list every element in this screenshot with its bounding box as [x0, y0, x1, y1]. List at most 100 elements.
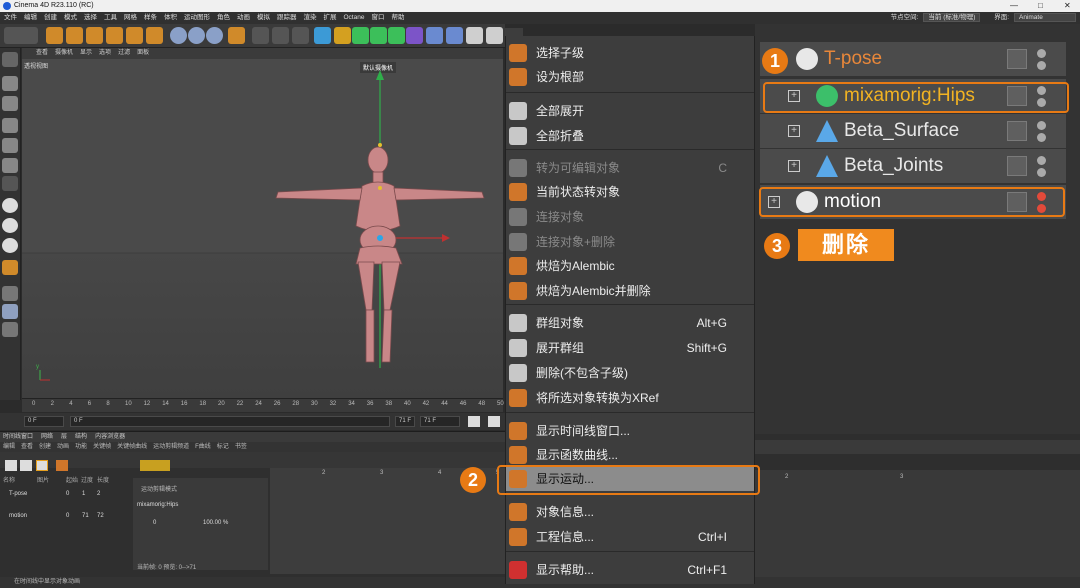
motion-clip-icon[interactable] — [140, 460, 170, 471]
edge-mode-icon[interactable] — [2, 138, 18, 153]
maximize-button[interactable]: □ — [1038, 0, 1043, 12]
axis-z-icon[interactable] — [206, 27, 223, 44]
panel-menu-item[interactable]: 标记 — [217, 444, 229, 450]
menu-item[interactable]: 跟踪器 — [277, 14, 297, 21]
menu-item-help[interactable]: 显示帮助... Ctrl+F1 — [506, 558, 754, 582]
menu-item[interactable]: 运动图形 — [184, 14, 210, 21]
snap-settings-icon[interactable] — [2, 218, 18, 233]
light-icon[interactable] — [486, 27, 503, 44]
menu-item-timeline-window[interactable]: 显示时间线窗口... — [506, 419, 754, 443]
right-timeline-grid[interactable]: 23 — [755, 470, 1080, 577]
frame-range-slider[interactable]: 0 F — [70, 416, 390, 427]
panel-menu-item[interactable]: 查看 — [21, 444, 33, 450]
bend-icon[interactable] — [426, 27, 443, 44]
menu-item-delete-without-children[interactable]: 删除(不包含子级) — [506, 361, 754, 385]
render-visibility-icon[interactable] — [1037, 133, 1046, 142]
deformer-icon[interactable] — [406, 27, 423, 44]
menu-item-bake-alembic-delete[interactable]: 烘焙为Alembic并删除 — [506, 279, 754, 303]
clip-percent[interactable]: 100.00 % — [203, 520, 228, 526]
render-picture-icon[interactable] — [272, 27, 289, 44]
current-frame-field[interactable]: 0 F — [24, 416, 64, 427]
stack-icon[interactable] — [2, 322, 18, 337]
make-editable-tool-icon[interactable] — [2, 52, 18, 67]
live-select-icon[interactable] — [46, 27, 63, 44]
panel-menu-item[interactable]: 编辑 — [3, 444, 15, 450]
axis-x-icon[interactable] — [170, 27, 187, 44]
panel-menu-item[interactable]: 动画 — [57, 444, 69, 450]
object-row-beta-surface[interactable]: + Beta_Surface — [760, 114, 1066, 148]
motion-layer-icon[interactable] — [56, 460, 68, 471]
object-row-t-pose[interactable]: T-pose — [760, 42, 1066, 76]
cloner-icon[interactable] — [370, 27, 387, 44]
table-row[interactable]: motion 0 71 72 — [0, 510, 130, 522]
menu-item[interactable]: 窗口 — [371, 14, 384, 21]
texture-mode-icon[interactable] — [2, 96, 18, 111]
menu-item-expand-all[interactable]: 全部展开 — [506, 99, 754, 123]
snap-icon[interactable] — [2, 198, 18, 213]
transform-icon[interactable] — [146, 27, 163, 44]
menu-item[interactable]: 选择 — [84, 14, 97, 21]
close-button[interactable]: ✕ — [1064, 0, 1071, 12]
expand-icon[interactable]: + — [788, 160, 800, 172]
panel-tab[interactable]: 层 — [61, 434, 67, 440]
menu-item[interactable]: Octane — [344, 14, 365, 21]
panel-menu-item[interactable]: 创建 — [39, 444, 51, 450]
pen-icon[interactable] — [334, 27, 351, 44]
editor-visibility-icon[interactable] — [1037, 121, 1046, 130]
object-name[interactable]: Beta_Joints — [844, 153, 943, 179]
node-space-dropdown[interactable]: 当前 (标准/物理) — [923, 12, 981, 22]
menu-item-set-root[interactable]: 设为根部 — [506, 65, 754, 89]
layout-dropdown[interactable]: Animate — [1014, 12, 1076, 22]
menu-item-connect-delete[interactable]: 连接对象+删除 — [506, 230, 754, 254]
timeline-ruler[interactable]: 0 2 4 6 8 10 12 14 16 18 20 22 24 26 28 30 32 34 36 38 40 42 4… — [22, 398, 504, 412]
axis-mode-icon[interactable] — [2, 176, 18, 191]
panel-tab[interactable]: 内容浏览器 — [95, 434, 125, 440]
undo-redo-icon[interactable] — [4, 27, 38, 44]
menu-item-function-curve[interactable]: 显示函数曲线... — [506, 443, 754, 467]
menu-item-bake-alembic[interactable]: 烘焙为Alembic — [506, 254, 754, 278]
go-start-icon[interactable] — [468, 416, 480, 427]
menu-item-project-info[interactable]: 工程信息... Ctrl+I — [506, 525, 754, 549]
key-mode-icon[interactable] — [5, 460, 17, 471]
panel-tab[interactable]: 结构 — [75, 434, 87, 440]
menu-item-expand-group[interactable]: 展开群组 Shift+G — [506, 336, 754, 360]
menu-item[interactable]: 网格 — [124, 14, 137, 21]
rotate-tool-icon[interactable] — [106, 27, 123, 44]
scale-tool-icon[interactable] — [86, 27, 103, 44]
panel-menu-item[interactable]: 关键帧曲线 — [117, 444, 147, 450]
panel-menu-item[interactable]: 功能 — [75, 444, 87, 450]
layer-edit-icon[interactable] — [1007, 156, 1027, 176]
grid-icon[interactable] — [2, 286, 18, 301]
point-mode-icon[interactable] — [2, 118, 18, 133]
camera-icon[interactable] — [466, 27, 483, 44]
motion-mode-icon[interactable] — [36, 460, 48, 471]
editor-visibility-icon[interactable] — [1037, 156, 1046, 165]
polygon-mode-icon[interactable] — [2, 158, 18, 173]
menu-item[interactable]: 扩展 — [324, 14, 337, 21]
move-tool-icon[interactable] — [66, 27, 83, 44]
panel-menu-item[interactable]: 运动剪辑频道 — [153, 444, 189, 450]
menu-item-group-objects[interactable]: 群组对象 Alt+G — [506, 311, 754, 335]
menu-item[interactable]: 文件 — [4, 14, 17, 21]
render-view-icon[interactable] — [252, 27, 269, 44]
menu-item-collapse-all[interactable]: 全部折叠 — [506, 124, 754, 148]
recent-tool-icon[interactable] — [126, 27, 143, 44]
delete-button[interactable]: 删除 — [798, 229, 894, 261]
gear-icon[interactable] — [388, 27, 405, 44]
table-row[interactable]: T-pose 0 1 2 — [0, 488, 130, 500]
menu-item[interactable]: 角色 — [217, 14, 230, 21]
floor-icon[interactable] — [446, 27, 463, 44]
menu-item[interactable]: 模拟 — [257, 14, 270, 21]
layer-name[interactable]: mixamorig:Hips — [137, 502, 178, 508]
panel-menu-item[interactable]: 书签 — [235, 444, 247, 450]
cube-icon[interactable] — [314, 27, 331, 44]
end-frame-field[interactable]: 71 F — [395, 416, 415, 427]
menu-item[interactable]: 编辑 — [24, 14, 37, 21]
editor-visibility-icon[interactable] — [1037, 49, 1046, 58]
fcurve-mode-icon[interactable] — [20, 460, 32, 471]
panel-tab[interactable]: 时间线窗口 — [3, 434, 33, 440]
render-settings-icon[interactable] — [292, 27, 309, 44]
menu-item-select-children[interactable]: 选择子级 — [506, 41, 754, 65]
menu-item[interactable]: 创建 — [44, 14, 57, 21]
viewport[interactable]: 查看 摄像机 显示 选项 过滤 面板 透视视图 默认摄像机 y — [22, 48, 503, 398]
